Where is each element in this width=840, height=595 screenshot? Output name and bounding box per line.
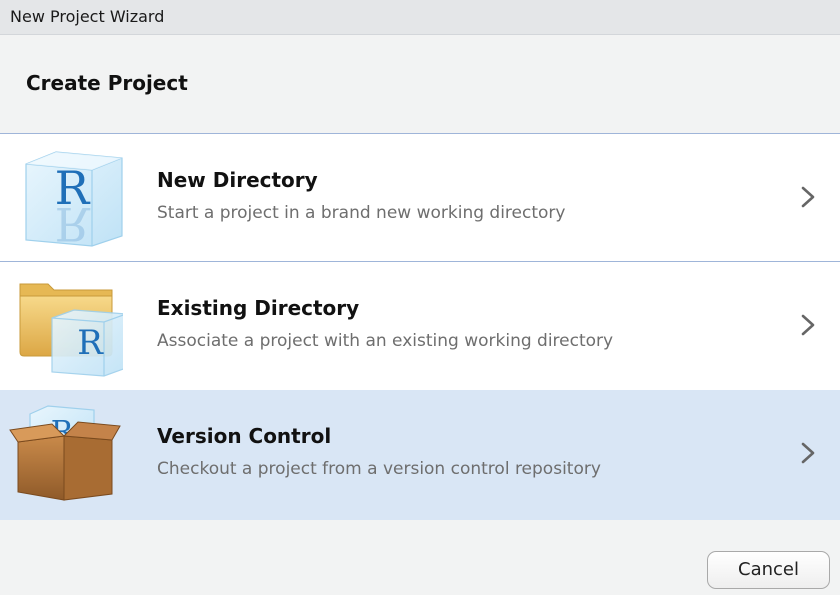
- folder-r-cube-icon: R: [19, 283, 123, 377]
- r-cube-icon: R R: [25, 151, 123, 251]
- window-title: New Project Wizard: [10, 7, 165, 26]
- chevron-right-icon: [801, 442, 815, 464]
- chevron-right-icon: [801, 314, 815, 336]
- option-title: Existing Directory: [157, 296, 360, 320]
- option-description: Start a project in a brand new working d…: [157, 203, 566, 223]
- project-type-list: R R New Directory Start a project in a b…: [0, 133, 840, 520]
- cancel-button[interactable]: Cancel: [707, 551, 830, 589]
- chevron-right-icon: [801, 186, 815, 208]
- option-description: Associate a project with an existing wor…: [157, 331, 614, 351]
- box-r-cube-icon: R: [9, 405, 121, 501]
- new-directory-option[interactable]: R R New Directory Start a project in a b…: [0, 134, 840, 262]
- window-titlebar: New Project Wizard: [0, 0, 840, 35]
- wizard-header: Create Project: [0, 35, 840, 133]
- option-description: Checkout a project from a version contro…: [157, 459, 601, 479]
- version-control-option[interactable]: R Version Control Checkout a project fro…: [0, 390, 840, 520]
- svg-text:R: R: [77, 323, 104, 363]
- svg-text:R: R: [55, 197, 91, 251]
- option-title: Version Control: [157, 424, 332, 448]
- page-title: Create Project: [26, 71, 188, 95]
- existing-directory-option[interactable]: R Existing Directory Associate a project…: [0, 262, 840, 390]
- option-title: New Directory: [157, 168, 318, 192]
